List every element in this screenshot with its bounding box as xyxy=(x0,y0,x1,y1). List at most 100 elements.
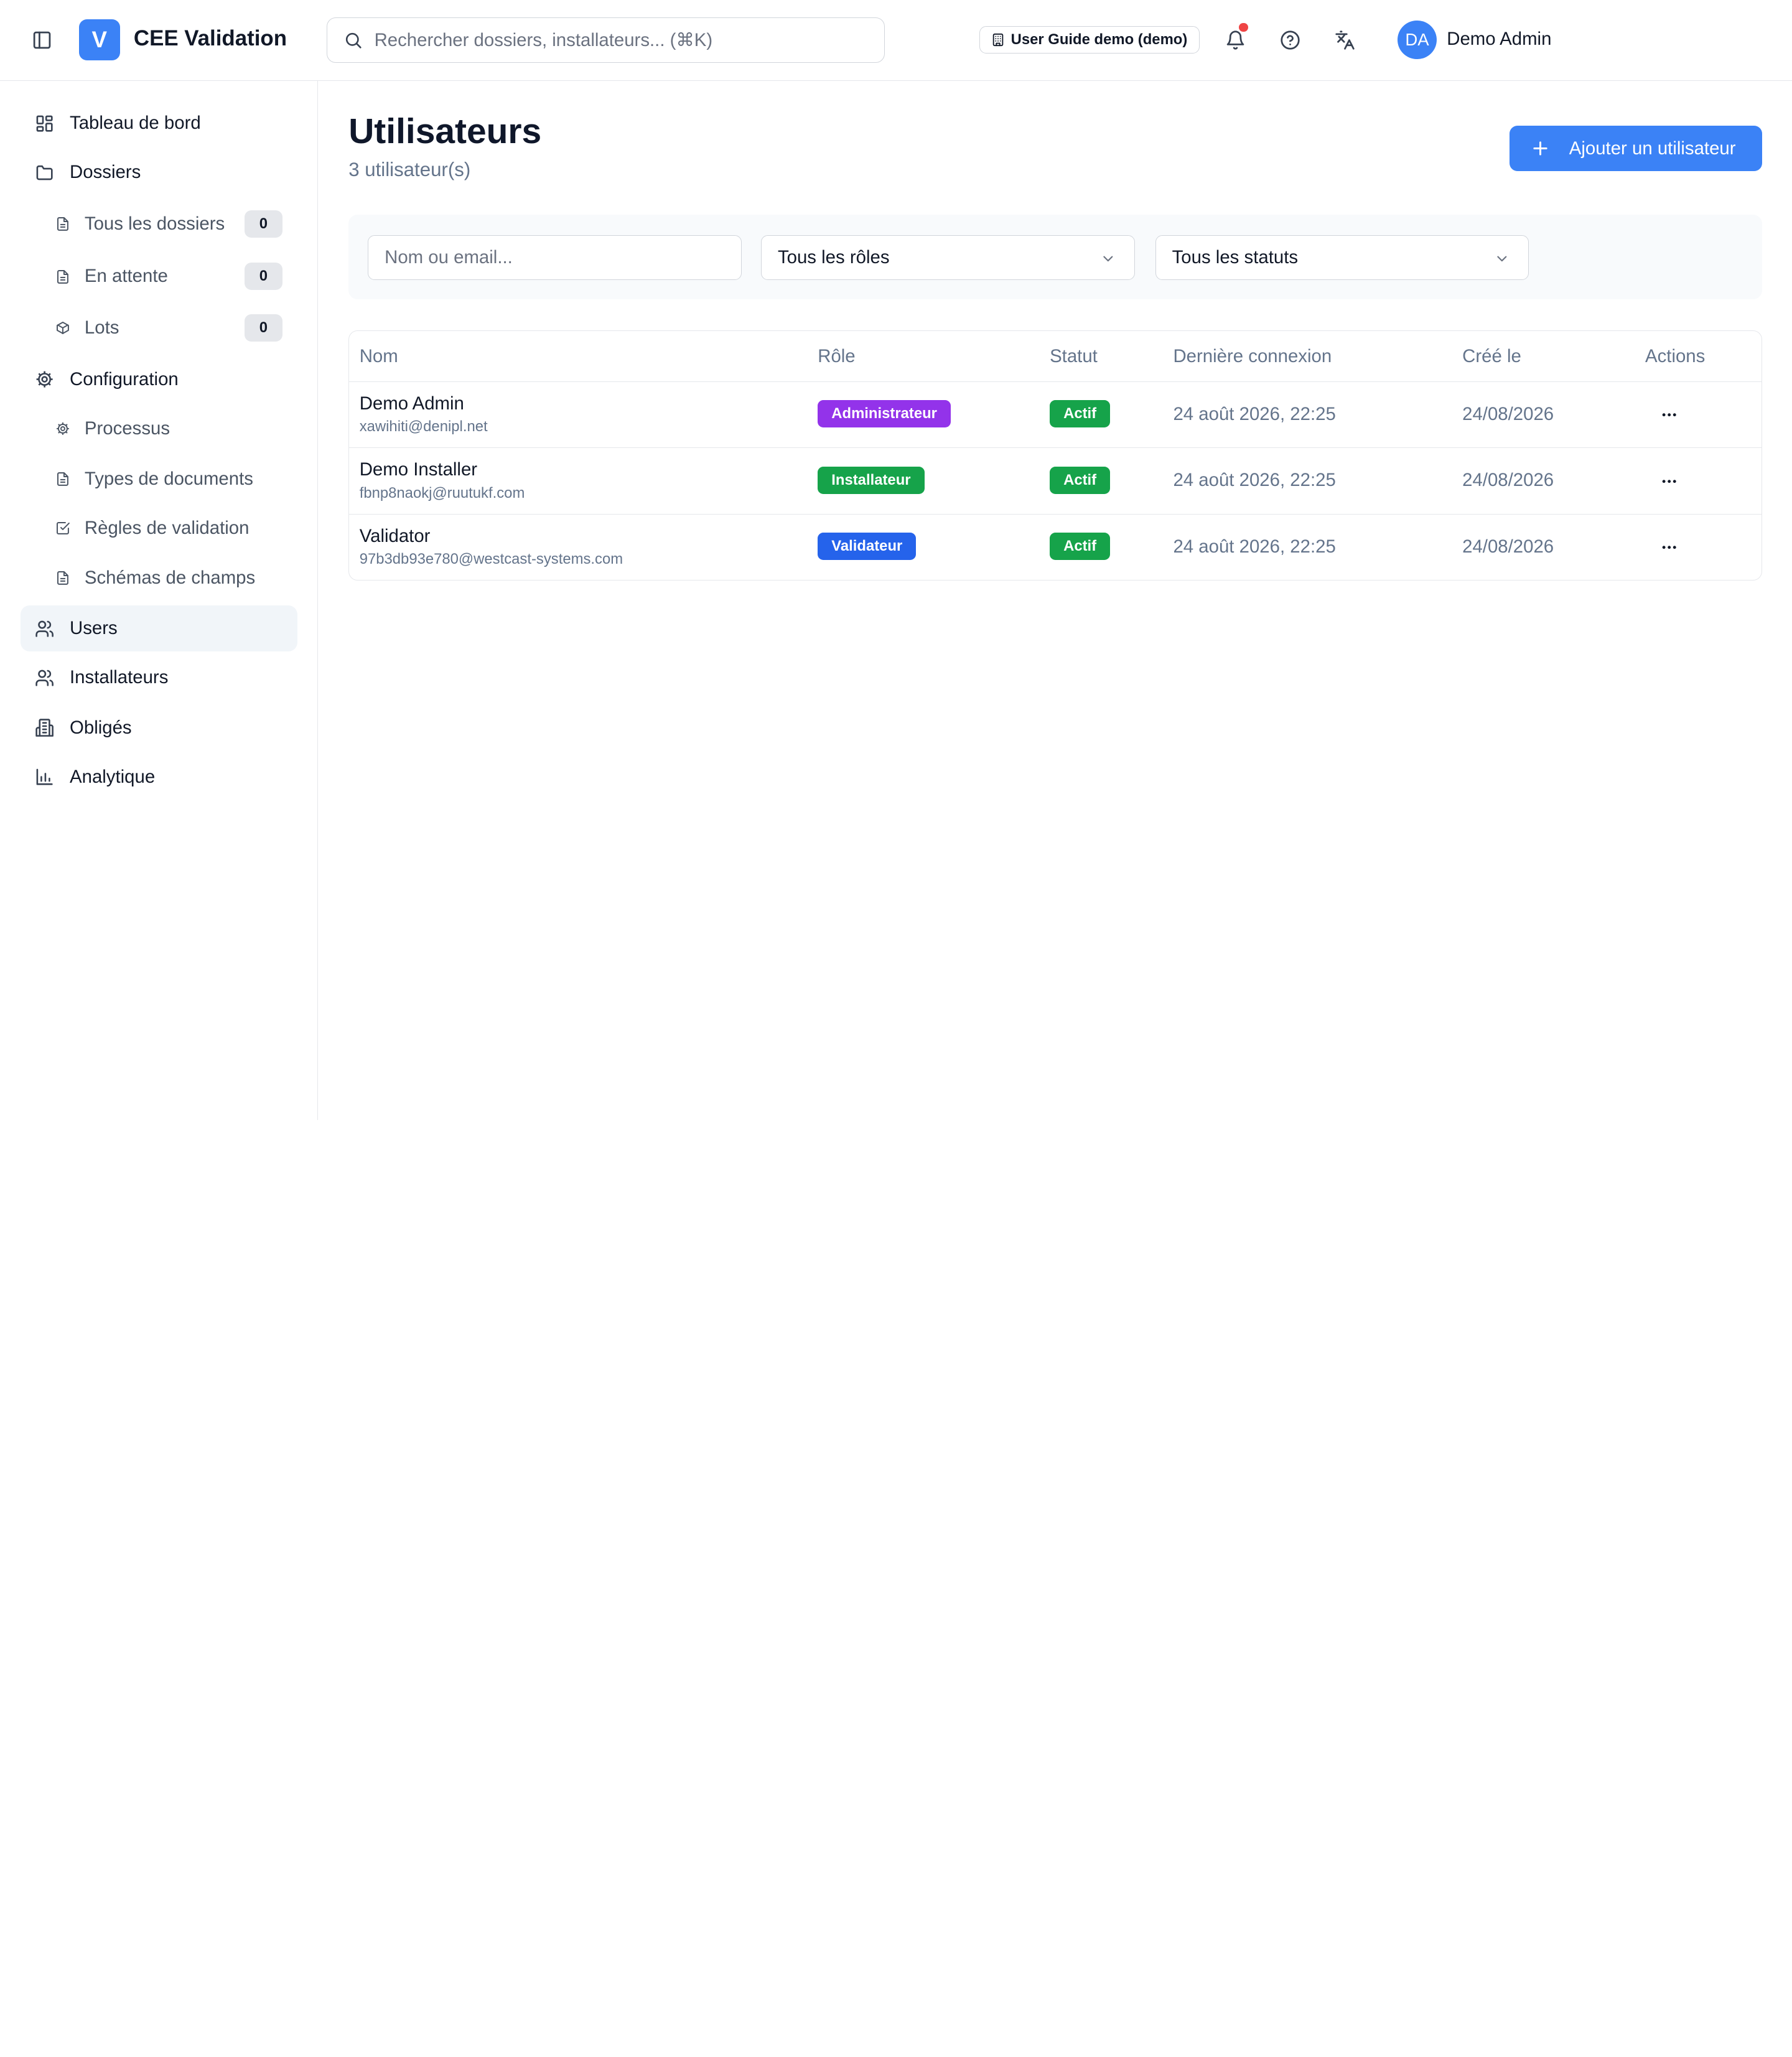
bell-icon[interactable] xyxy=(1221,22,1251,55)
translate-icon[interactable] xyxy=(1330,25,1360,55)
file-icon xyxy=(55,471,71,487)
sidebar-item-label: Lots xyxy=(84,317,119,338)
sidebar-item-configuration[interactable]: Configuration xyxy=(21,357,297,402)
sidebar-item-label: Types de documents xyxy=(84,468,253,489)
last-login-cell: 24 août 2026, 22:25 xyxy=(1173,403,1336,424)
global-search-input[interactable]: Rechercher dossiers, installateurs... (⌘… xyxy=(327,17,885,63)
users-icon xyxy=(34,668,55,688)
status-badge: Actif xyxy=(1050,466,1111,494)
column-header-statut[interactable]: Statut xyxy=(1050,346,1098,367)
file-icon xyxy=(55,570,71,586)
organization-badge[interactable]: User Guide demo (demo) xyxy=(979,26,1200,54)
status-badge: Actif xyxy=(1050,533,1111,561)
created-cell: 24/08/2026 xyxy=(1462,470,1554,491)
count-badge: 0 xyxy=(245,263,282,291)
filter-placeholder: Nom ou email... xyxy=(385,247,513,268)
top-bar: V CEE Validation Rechercher dossiers, in… xyxy=(0,0,1792,82)
role-badge: Administrateur xyxy=(818,399,951,428)
users-table: Nom Rôle Statut Dernière connexion Créé … xyxy=(348,330,1763,581)
sidebar-item-label: En attente xyxy=(84,266,168,287)
user-count: 3 utilisateur(s) xyxy=(348,159,471,181)
role-filter-select[interactable]: Tous les rôles xyxy=(761,235,1135,280)
app-title: CEE Validation xyxy=(133,26,287,51)
sidebar-item-label: Schémas de champs xyxy=(84,567,256,589)
avatar[interactable]: DA xyxy=(1398,21,1437,60)
search-icon xyxy=(343,30,363,50)
last-login-cell: 24 août 2026, 22:25 xyxy=(1173,470,1336,491)
table-row[interactable]: Demo Installer fbnp8naokj@ruutukf.com In… xyxy=(349,447,1762,514)
sidebar-item-installateurs[interactable]: Installateurs xyxy=(21,655,297,700)
user-name[interactable]: Demo Admin xyxy=(1447,29,1551,50)
help-circle-icon[interactable] xyxy=(1276,25,1305,55)
sidebar-item-tableau-de-bord[interactable]: Tableau de bord xyxy=(21,101,297,146)
user-name-cell: Demo Installer xyxy=(359,459,478,480)
more-horizontal-icon[interactable] xyxy=(1654,469,1684,493)
role-filter-value: Tous les rôles xyxy=(777,247,890,268)
created-cell: 24/08/2026 xyxy=(1462,536,1554,557)
package-icon xyxy=(55,320,71,336)
sidebar-item-dossiers[interactable]: Dossiers xyxy=(21,150,297,195)
sidebar-item-label: Tableau de bord xyxy=(70,113,201,134)
status-filter-select[interactable]: Tous les statuts xyxy=(1155,235,1529,280)
filter-bar: Nom ou email... Tous les rôles Tous les … xyxy=(348,215,1763,300)
folder-icon xyxy=(34,162,55,183)
add-user-button[interactable]: Ajouter un utilisateur xyxy=(1510,126,1763,172)
sidebar-item-processus[interactable]: Processus xyxy=(41,407,297,450)
user-email-cell: fbnp8naokj@ruutukf.com xyxy=(359,484,525,501)
building-icon xyxy=(991,33,1005,47)
gear-icon xyxy=(55,421,71,437)
sidebar-item-tous-les-dossiers[interactable]: Tous les dossiers 0 xyxy=(41,202,297,246)
user-email-cell: xawihiti@denipl.net xyxy=(359,418,488,436)
sidebar-item-analytique[interactable]: Analytique xyxy=(21,754,297,800)
plus-icon xyxy=(1530,138,1551,159)
sidebar-item-label: Règles de validation xyxy=(84,517,250,538)
sidebar-item-lots[interactable]: Lots 0 xyxy=(41,306,297,350)
building-icon xyxy=(34,717,55,738)
organization-label: User Guide demo (demo) xyxy=(1010,31,1188,49)
chevron-down-icon xyxy=(1100,251,1116,267)
sidebar: Tableau de bord Dossiers Tous les dossie… xyxy=(0,81,318,1120)
gear-icon xyxy=(34,369,55,389)
checkbox-icon xyxy=(55,520,71,536)
sidebar-item-label: Analytique xyxy=(70,766,156,787)
last-login-cell: 24 août 2026, 22:25 xyxy=(1173,536,1336,557)
sidebar-item-label: Tous les dossiers xyxy=(84,213,225,234)
app: V CEE Validation Rechercher dossiers, in… xyxy=(0,0,1792,1120)
name-email-filter-input[interactable]: Nom ou email... xyxy=(368,235,742,280)
more-horizontal-icon[interactable] xyxy=(1654,403,1684,427)
column-header-nom[interactable]: Nom xyxy=(360,346,398,367)
chevron-down-icon xyxy=(1494,251,1510,267)
file-icon xyxy=(55,269,71,285)
sidebar-item-schemas-de-champs[interactable]: Schémas de champs xyxy=(41,556,297,600)
more-horizontal-icon[interactable] xyxy=(1654,535,1684,560)
users-icon xyxy=(34,618,55,639)
sidebar-item-label: Dossiers xyxy=(70,162,141,183)
sidebar-toggle-icon[interactable] xyxy=(27,25,57,55)
role-badge: Installateur xyxy=(818,466,925,494)
sidebar-item-en-attente[interactable]: En attente 0 xyxy=(41,255,297,299)
column-header-cree-le[interactable]: Créé le xyxy=(1462,346,1521,367)
sidebar-item-types-de-documents[interactable]: Types de documents xyxy=(41,457,297,501)
count-badge: 0 xyxy=(245,314,282,342)
role-badge: Validateur xyxy=(818,533,917,561)
sidebar-item-label: Processus xyxy=(84,417,170,439)
status-filter-value: Tous les statuts xyxy=(1172,247,1299,268)
column-header-actions: Actions xyxy=(1645,345,1706,366)
sidebar-item-users[interactable]: Users xyxy=(21,605,297,651)
notification-dot xyxy=(1238,22,1248,32)
status-badge: Actif xyxy=(1050,399,1111,428)
bar-chart-icon xyxy=(34,767,55,787)
user-name-cell: Validator xyxy=(359,526,431,547)
created-cell: 24/08/2026 xyxy=(1462,403,1554,424)
app-logo[interactable]: V xyxy=(78,19,120,61)
table-row[interactable]: Validator 97b3db93e780@westcast-systems.… xyxy=(349,513,1762,580)
column-header-role[interactable]: Rôle xyxy=(818,346,855,367)
sidebar-item-label: Configuration xyxy=(70,368,179,389)
table-row[interactable]: Demo Admin xawihiti@denipl.net Administr… xyxy=(349,381,1762,448)
page-title: Utilisateurs xyxy=(348,111,542,152)
column-header-derniere-connexion[interactable]: Dernière connexion xyxy=(1173,346,1332,367)
dashboard-icon xyxy=(34,113,55,134)
sidebar-item-regles-de-validation[interactable]: Règles de validation xyxy=(41,506,297,550)
sidebar-item-obliges[interactable]: Obligés xyxy=(21,705,297,750)
sidebar-item-label: Users xyxy=(70,618,118,639)
